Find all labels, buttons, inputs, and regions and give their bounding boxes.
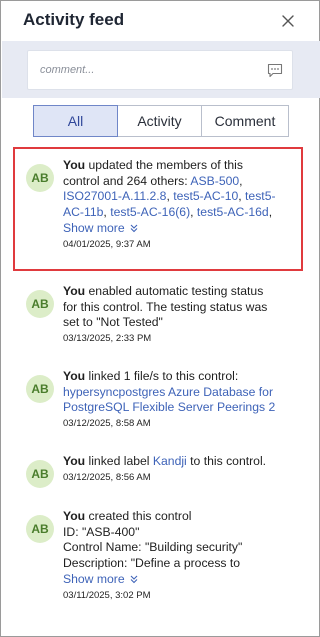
chat-bubble-icon[interactable] xyxy=(267,63,283,78)
feed-text: , xyxy=(239,173,243,188)
comment-box xyxy=(27,50,293,90)
timestamp: 03/12/2025, 8:58 AM xyxy=(63,417,151,429)
tab-activity[interactable]: Activity xyxy=(117,105,202,137)
feed-text: , xyxy=(190,204,197,219)
feed-text: ID: "ASB-400" xyxy=(63,524,140,539)
show-more-link[interactable]: Show more xyxy=(63,221,139,235)
avatar: AB xyxy=(26,375,54,403)
feed-item-line: ISO27001-A.11.2.8, test5-AC-10, test5- xyxy=(63,189,293,205)
feed-item-text: You enabled automatic testing status for … xyxy=(63,284,293,331)
feed-item-line: AC-11b, test5-AC-16(6), test5-AC-16d, xyxy=(63,205,293,221)
filter-tabs: All Activity Comment xyxy=(33,105,289,137)
feed-text: updated the members of this xyxy=(85,158,243,172)
feed-item-line: You linked label Kandji to this control. xyxy=(63,454,293,470)
avatar: AB xyxy=(26,460,54,488)
avatar: AB xyxy=(26,164,54,192)
feed-link[interactable]: PostgreSQL Flexible Server Peerings 2 xyxy=(63,400,275,414)
close-icon[interactable] xyxy=(279,12,297,30)
comment-input[interactable] xyxy=(28,51,258,89)
feed-item-text: You updated the members of this control a… xyxy=(63,158,293,220)
actor-name: You xyxy=(63,454,86,468)
feed-text: enabled automatic testing status xyxy=(85,284,264,298)
feed-link[interactable]: ISO27001-A.11.2.8 xyxy=(63,189,166,203)
feed-text: set to "Not Tested" xyxy=(63,315,163,329)
feed-item-line: You created this control xyxy=(63,509,293,525)
feed-link[interactable]: ASB-500 xyxy=(190,174,239,188)
feed-text: linked 1 file/s to this control: xyxy=(85,369,239,383)
avatar: AB xyxy=(26,515,54,543)
tab-comment[interactable]: Comment xyxy=(201,105,289,137)
timestamp: 03/13/2025, 2:33 PM xyxy=(63,332,152,344)
feed-item-line: You linked 1 file/s to this control: xyxy=(63,369,293,385)
feed-text: Description: "Define a process to xyxy=(63,555,241,570)
feed-text: Control Name: "Building security" xyxy=(63,540,243,554)
actor-name: You xyxy=(63,284,86,298)
feed-item-line: hypersyncpostgres Azure Database for xyxy=(63,385,293,401)
feed-item-line: ID: "ASB-400" xyxy=(63,525,293,541)
actor-name: You xyxy=(63,509,86,523)
feed-link[interactable]: hypersyncpostgres Azure Database for xyxy=(63,385,273,399)
panel-header: Activity feed xyxy=(1,1,319,41)
feed-item-line: You updated the members of this xyxy=(63,158,293,174)
actor-name: You xyxy=(63,158,86,172)
feed-link[interactable]: Kandji xyxy=(153,454,187,468)
feed-item-line: for this control. The testing status was xyxy=(63,300,293,316)
double-chevron-down-icon xyxy=(130,224,138,233)
feed-text: , xyxy=(268,204,273,219)
activity-feed-panel: Activity feed All Activity Comment AB You… xyxy=(0,0,320,637)
feed-item-text: You linked label Kandji to this control. xyxy=(63,454,293,470)
feed-link[interactable]: test5-AC-10 xyxy=(173,189,238,203)
feed-item-text: You created this control ID: "ASB-400" Con… xyxy=(63,509,293,571)
avatar: AB xyxy=(26,290,54,318)
show-more-label: Show more xyxy=(63,221,125,235)
comment-area xyxy=(2,41,320,98)
feed-link[interactable]: test5-AC-16(6) xyxy=(110,205,190,219)
feed-item-line: You enabled automatic testing status xyxy=(63,284,293,300)
feed-item-line: PostgreSQL Flexible Server Peerings 2 xyxy=(63,400,293,416)
feed-item-text: You linked 1 file/s to this control: hype… xyxy=(63,369,293,416)
feed-text: linked label xyxy=(85,454,153,468)
feed-link[interactable]: test5- xyxy=(245,189,275,203)
panel-title: Activity feed xyxy=(23,10,125,29)
feed-item-line: set to "Not Tested" xyxy=(63,315,293,331)
timestamp: 03/12/2025, 8:56 AM xyxy=(63,471,151,483)
feed-item-line: control and 264 others: ASB-500, xyxy=(63,174,293,190)
actor-name: You xyxy=(63,369,86,383)
feed-item-line: Control Name: "Building security" xyxy=(63,540,293,556)
feed-item-line: Description: "Define a process to xyxy=(63,556,293,572)
timestamp: 03/11/2025, 3:02 PM xyxy=(63,589,151,601)
feed-text: control and 264 others: xyxy=(63,173,191,188)
feed-link[interactable]: AC-11b xyxy=(63,205,103,219)
double-chevron-down-icon xyxy=(130,575,138,584)
feed-text: for this control. The testing status was xyxy=(63,299,268,314)
feed-link[interactable]: test5-AC-16d xyxy=(197,205,269,219)
feed-text: to this control. xyxy=(186,454,267,468)
timestamp: 04/01/2025, 9:37 AM xyxy=(63,238,151,250)
tab-all[interactable]: All xyxy=(33,105,118,137)
show-more-label: Show more xyxy=(63,572,125,586)
feed-text: created this control xyxy=(85,509,192,523)
show-more-link[interactable]: Show more xyxy=(63,572,139,586)
